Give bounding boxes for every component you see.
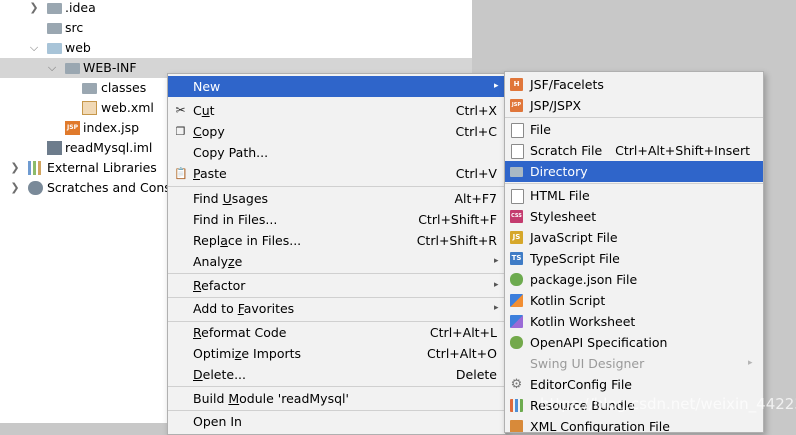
tree-item-label: index.jsp bbox=[83, 120, 140, 135]
gear-icon: ⚙ bbox=[510, 377, 523, 392]
menu-item-typescript-file[interactable]: TS TypeScript File bbox=[505, 248, 763, 269]
submenu-arrow-icon: ▸ bbox=[494, 280, 499, 290]
menu-separator bbox=[168, 273, 505, 274]
copy-icon: ❐ bbox=[175, 125, 186, 138]
html-file-icon bbox=[511, 189, 524, 204]
chevron-down-icon[interactable]: ⌵ bbox=[46, 58, 58, 78]
menu-item-replace-in-files[interactable]: Replace in Files... Ctrl+Shift+R bbox=[168, 230, 505, 251]
scratch-file-icon bbox=[511, 144, 524, 159]
chevron-right-icon[interactable]: ❯ bbox=[28, 0, 40, 18]
xml-file-icon bbox=[82, 101, 97, 115]
chevron-right-icon[interactable]: ❯ bbox=[9, 158, 21, 178]
tree-item-label: External Libraries bbox=[47, 160, 157, 175]
menu-item-jsf-facelets[interactable]: H JSF/Facelets bbox=[505, 74, 763, 95]
menu-item-paste[interactable]: 📋 Paste Ctrl+V bbox=[168, 163, 505, 184]
folder-icon bbox=[510, 167, 523, 177]
clipboard-icon: 📋 bbox=[174, 167, 188, 180]
nodejs-icon bbox=[510, 273, 523, 286]
jsf-icon: H bbox=[510, 78, 523, 91]
menu-item-find-usages[interactable]: Find Usages Alt+F7 bbox=[168, 188, 505, 209]
menu-item-reformat-code[interactable]: Reformat Code Ctrl+Alt+L bbox=[168, 322, 505, 343]
css-icon: CSS bbox=[510, 210, 523, 223]
menu-item-build-module[interactable]: Build Module 'readMysql' bbox=[168, 388, 505, 409]
menu-item-add-to-favorites[interactable]: Add to Favorites ▸ bbox=[168, 298, 505, 319]
submenu-arrow-icon: ▸ bbox=[748, 358, 753, 368]
file-icon bbox=[511, 123, 524, 138]
scissors-icon: ✂ bbox=[175, 103, 186, 117]
menu-item-scratch-file[interactable]: Scratch File Ctrl+Alt+Shift+Insert bbox=[505, 140, 763, 161]
menu-item-swing-ui-designer[interactable]: Swing UI Designer ▸ bbox=[505, 353, 763, 374]
tree-item-label: web.xml bbox=[101, 100, 154, 115]
resource-bundle-icon bbox=[510, 399, 523, 412]
menu-item-kotlin-script[interactable]: Kotlin Script bbox=[505, 290, 763, 311]
tree-item-label: WEB-INF bbox=[83, 60, 137, 75]
menu-item-refactor[interactable]: Refactor ▸ bbox=[168, 275, 505, 296]
javascript-icon: JS bbox=[510, 231, 523, 244]
jsp-file-icon: JSP bbox=[65, 121, 80, 135]
menu-item-open-in[interactable]: Open In bbox=[168, 411, 505, 432]
menu-item-optimize-imports[interactable]: Optimize Imports Ctrl+Alt+O bbox=[168, 343, 505, 364]
menu-separator bbox=[505, 117, 763, 118]
kotlin-worksheet-icon bbox=[510, 315, 523, 328]
menu-item-copy[interactable]: ❐ Copy Ctrl+C bbox=[168, 121, 505, 142]
tree-item-label: src bbox=[65, 20, 84, 35]
menu-item-xml-configuration[interactable]: XML Configuration File bbox=[505, 416, 763, 432]
menu-item-editorconfig[interactable]: ⚙ EditorConfig File bbox=[505, 374, 763, 395]
tree-item-src[interactable]: src bbox=[0, 18, 472, 38]
watermark: https://blog.csdn.net/weixin_44223946 bbox=[540, 395, 796, 413]
xml-config-icon bbox=[510, 420, 523, 432]
tree-item-label: .idea bbox=[65, 0, 96, 15]
folder-icon bbox=[47, 3, 62, 14]
tree-item-label: readMysql.iml bbox=[65, 140, 153, 155]
submenu-arrow-icon: ▸ bbox=[494, 256, 499, 266]
openapi-icon bbox=[510, 336, 523, 349]
menu-item-cut[interactable]: ✂ Cut Ctrl+X bbox=[168, 100, 505, 121]
menu-item-stylesheet[interactable]: CSS Stylesheet bbox=[505, 206, 763, 227]
menu-item-package-json[interactable]: package.json File bbox=[505, 269, 763, 290]
tree-item-idea[interactable]: ❯ .idea bbox=[0, 0, 472, 18]
tree-item-label: web bbox=[65, 40, 91, 55]
chevron-right-icon[interactable]: ❯ bbox=[9, 178, 21, 198]
tree-item-label: classes bbox=[101, 80, 147, 95]
menu-separator bbox=[505, 183, 763, 184]
new-submenu: H JSF/Facelets JSP JSP/JSPX File Scratch… bbox=[504, 71, 764, 433]
module-file-icon bbox=[47, 141, 62, 155]
context-menu: New ▸ ✂ Cut Ctrl+X ❐ Copy Ctrl+C Copy Pa… bbox=[167, 73, 506, 435]
folder-icon bbox=[82, 83, 97, 94]
menu-item-find-in-files[interactable]: Find in Files... Ctrl+Shift+F bbox=[168, 209, 505, 230]
menu-item-directory[interactable]: Directory bbox=[505, 161, 763, 182]
menu-item-openapi[interactable]: OpenAPI Specification bbox=[505, 332, 763, 353]
kotlin-icon bbox=[510, 294, 523, 307]
web-folder-icon bbox=[47, 43, 62, 54]
typescript-icon: TS bbox=[510, 252, 523, 265]
scratches-icon bbox=[28, 181, 43, 195]
menu-item-delete[interactable]: Delete... Delete bbox=[168, 364, 505, 385]
menu-item-file[interactable]: File bbox=[505, 119, 763, 140]
menu-item-analyze[interactable]: Analyze ▸ bbox=[168, 251, 505, 272]
menu-item-javascript-file[interactable]: JS JavaScript File bbox=[505, 227, 763, 248]
tree-item-web[interactable]: ⌵ web bbox=[0, 38, 472, 58]
menu-separator bbox=[168, 186, 505, 187]
menu-item-kotlin-worksheet[interactable]: Kotlin Worksheet bbox=[505, 311, 763, 332]
jsp-icon: JSP bbox=[510, 99, 523, 112]
menu-item-copy-path[interactable]: Copy Path... bbox=[168, 142, 505, 163]
menu-item-jsp-jspx[interactable]: JSP JSP/JSPX bbox=[505, 95, 763, 116]
chevron-down-icon[interactable]: ⌵ bbox=[28, 38, 40, 58]
folder-icon bbox=[47, 23, 62, 34]
library-icon bbox=[28, 161, 43, 175]
folder-icon bbox=[65, 63, 80, 74]
submenu-arrow-icon: ▸ bbox=[494, 81, 499, 91]
menu-item-new[interactable]: New ▸ bbox=[168, 76, 505, 97]
submenu-arrow-icon: ▸ bbox=[494, 303, 499, 313]
menu-separator bbox=[168, 386, 505, 387]
menu-item-html-file[interactable]: HTML File bbox=[505, 185, 763, 206]
